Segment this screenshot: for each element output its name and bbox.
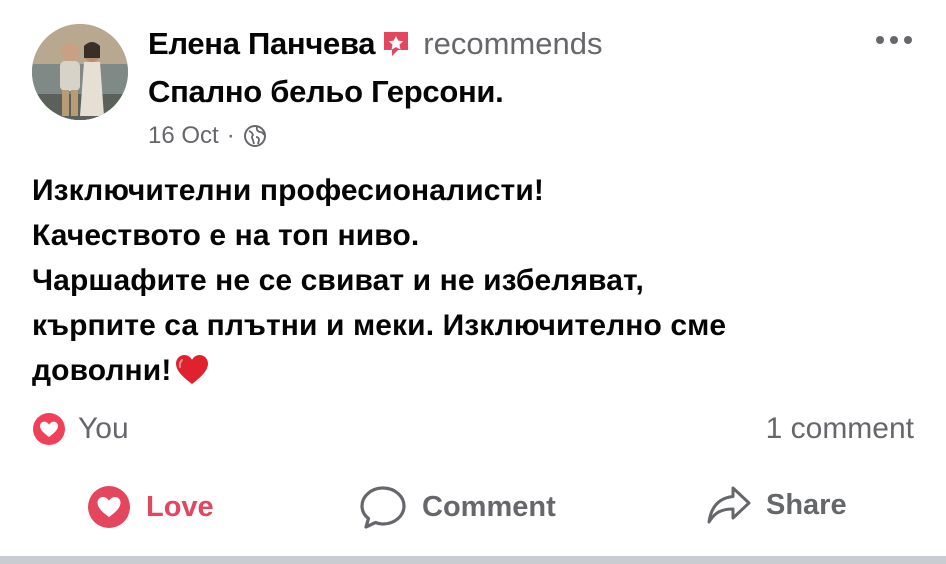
post-line: доволни! — [32, 354, 172, 387]
post-line-last: доволни! — [32, 348, 912, 393]
comment-label: Comment — [422, 490, 556, 523]
recommendation-icon — [384, 32, 409, 56]
post-meta: 16 Oct · — [148, 122, 267, 150]
red-heart-emoji-icon — [176, 355, 209, 384]
post-line: кърпите са плътни и меки. Изключително с… — [32, 309, 727, 342]
meta-separator: · — [226, 122, 235, 149]
love-reaction-icon — [33, 413, 65, 445]
love-button[interactable]: Love — [86, 484, 214, 530]
post-date[interactable]: 16 Oct — [148, 122, 219, 150]
author-name[interactable]: Елена Панчева — [148, 26, 376, 62]
share-label: Share — [766, 488, 847, 521]
love-icon — [88, 486, 130, 528]
comments-count[interactable]: 1 comment — [766, 412, 914, 446]
reaction-summary[interactable]: You — [32, 412, 129, 446]
comment-button[interactable]: Comment — [358, 484, 556, 530]
share-button[interactable]: Share — [706, 484, 847, 526]
author-avatar[interactable] — [32, 24, 128, 120]
post-header: Елена Панчева recommends — [148, 24, 602, 64]
reaction-names: You — [78, 412, 129, 445]
avatar-photo — [32, 24, 128, 120]
recommends-label: recommends — [423, 26, 603, 61]
more-options-icon[interactable] — [876, 36, 912, 44]
post-line: Чаршафите не се свиват и не избеляват, — [32, 264, 644, 297]
recommended-page-name[interactable]: Спално бельо Герсони. — [148, 74, 504, 110]
love-label: Love — [146, 490, 214, 523]
post-line: Изключителни професионалисти! — [32, 174, 544, 207]
post-line: Качеството е на топ ниво. — [32, 219, 420, 252]
share-arrow-icon — [707, 486, 751, 524]
public-globe-icon — [243, 125, 266, 147]
feed-separator — [0, 556, 946, 564]
comment-bubble-icon — [360, 486, 406, 529]
post-body: Изключителни професионалисти! Качеството… — [32, 168, 912, 393]
